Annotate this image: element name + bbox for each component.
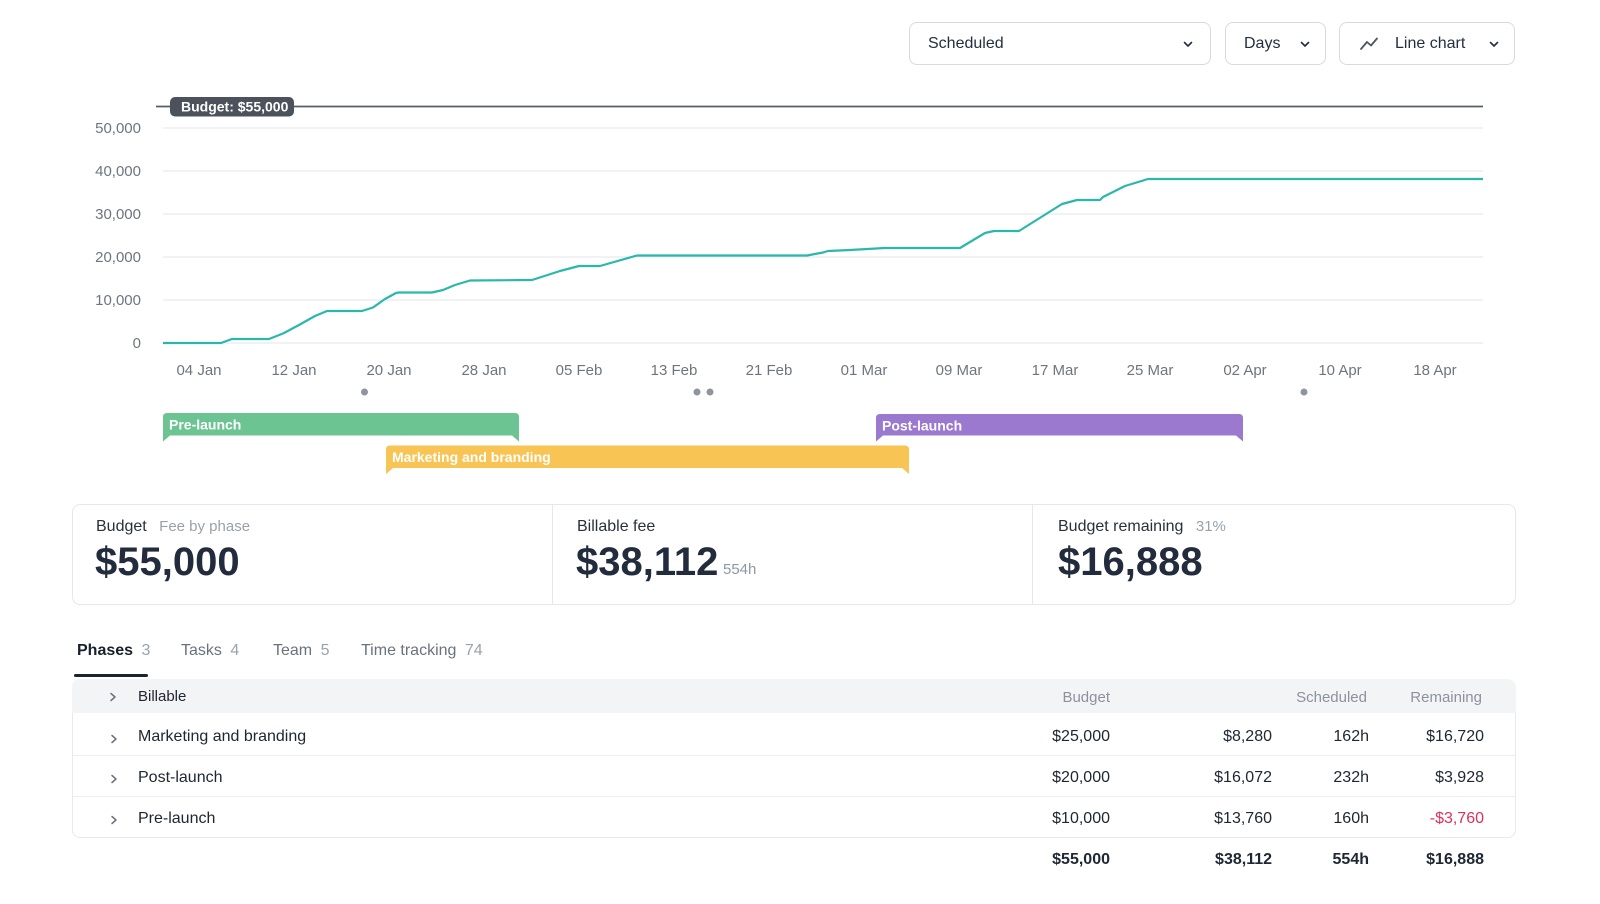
svg-text:30,000: 30,000 bbox=[95, 206, 141, 223]
svg-text:18 Apr: 18 Apr bbox=[1413, 362, 1456, 379]
svg-text:01 Mar: 01 Mar bbox=[841, 362, 888, 379]
svg-text:25 Mar: 25 Mar bbox=[1127, 362, 1174, 379]
svg-text:50,000: 50,000 bbox=[95, 120, 141, 137]
svg-text:17 Mar: 17 Mar bbox=[1032, 362, 1079, 379]
svg-text:13 Feb: 13 Feb bbox=[651, 362, 698, 379]
svg-text:10 Apr: 10 Apr bbox=[1318, 362, 1361, 379]
svg-text:05 Feb: 05 Feb bbox=[556, 362, 603, 379]
svg-text:02 Apr: 02 Apr bbox=[1223, 362, 1266, 379]
svg-text:Pre-launch: Pre-launch bbox=[169, 417, 241, 433]
svg-text:Marketing and branding: Marketing and branding bbox=[392, 449, 551, 465]
svg-text:20,000: 20,000 bbox=[95, 249, 141, 266]
svg-text:40,000: 40,000 bbox=[95, 163, 141, 180]
svg-text:20 Jan: 20 Jan bbox=[366, 362, 411, 379]
svg-text:28 Jan: 28 Jan bbox=[461, 362, 506, 379]
svg-text:Post-launch: Post-launch bbox=[882, 418, 962, 434]
svg-text:0: 0 bbox=[133, 335, 141, 352]
svg-text:04 Jan: 04 Jan bbox=[176, 362, 221, 379]
svg-text:12 Jan: 12 Jan bbox=[271, 362, 316, 379]
svg-text:09 Mar: 09 Mar bbox=[936, 362, 983, 379]
svg-text:21 Feb: 21 Feb bbox=[746, 362, 793, 379]
svg-text:10,000: 10,000 bbox=[95, 292, 141, 309]
svg-text:Budget: $55,000: Budget: $55,000 bbox=[181, 99, 289, 115]
